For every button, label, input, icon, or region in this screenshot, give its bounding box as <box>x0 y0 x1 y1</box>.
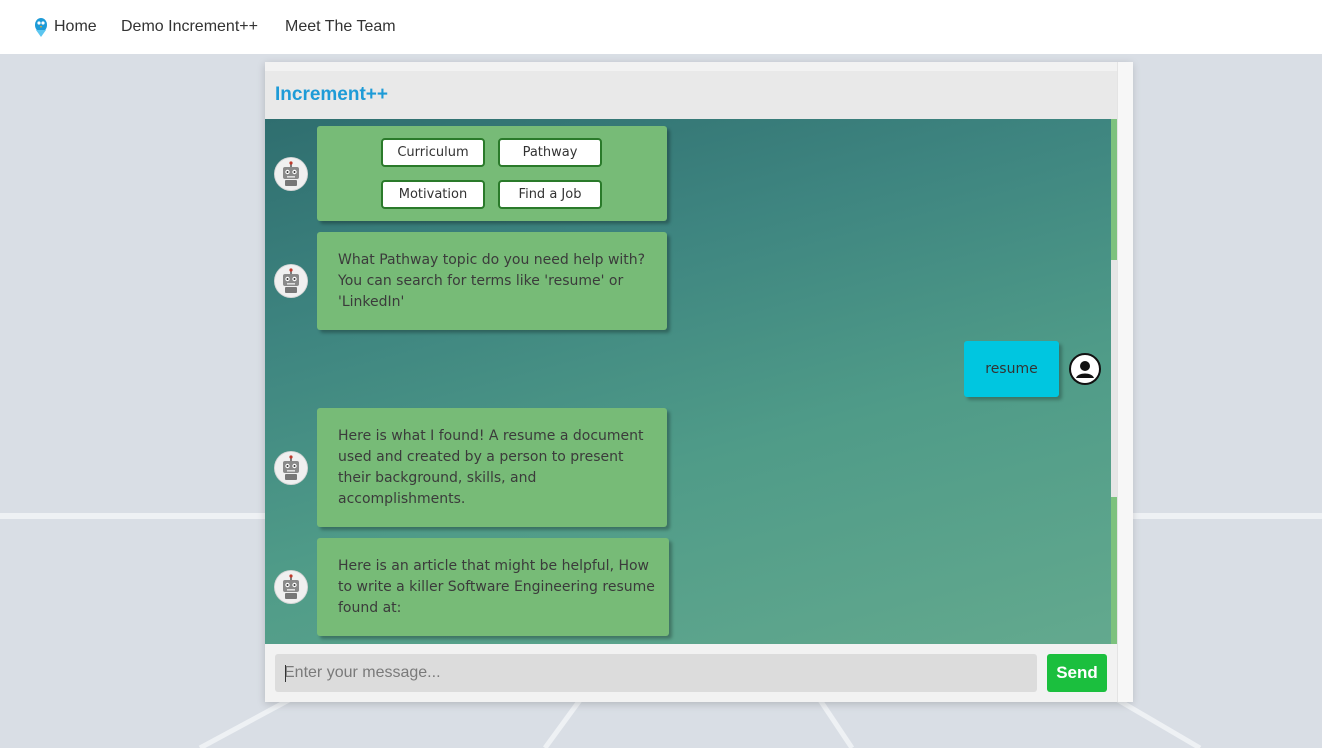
message-scrollbar[interactable] <box>1111 119 1117 644</box>
options-bubble: Curriculum Pathway Motivation Find a Job <box>317 126 667 221</box>
top-navbar: Home Demo Increment++ Meet The Team <box>0 0 1322 54</box>
message-list[interactable]: Curriculum Pathway Motivation Find a Job… <box>265 119 1117 644</box>
user-avatar-icon <box>1069 353 1101 385</box>
nav-home-label: Home <box>54 18 97 35</box>
bot-avatar-icon <box>275 265 307 297</box>
message-composer: Send <box>265 644 1117 702</box>
user-message: resume <box>964 341 1059 397</box>
text-caret <box>285 665 286 682</box>
bot-avatar-icon <box>275 158 307 190</box>
option-curriculum-button[interactable]: Curriculum <box>381 138 485 167</box>
option-pathway-button[interactable]: Pathway <box>498 138 602 167</box>
message-input[interactable] <box>275 654 1037 692</box>
chat-title: Increment++ <box>275 84 388 105</box>
page-scrollbar[interactable] <box>1117 62 1133 702</box>
bot-message: Here is an article that might be helpful… <box>317 538 669 636</box>
bird-logo-icon <box>32 16 50 38</box>
nav-team-label: Meet The Team <box>285 18 396 35</box>
nav-demo[interactable]: Demo Increment++ <box>121 0 258 54</box>
chat-header: Increment++ <box>265 71 1117 119</box>
chat-window: Increment++ Curriculum Pathway Motivatio… <box>265 62 1133 702</box>
option-find-job-button[interactable]: Find a Job <box>498 180 602 209</box>
send-button[interactable]: Send <box>1047 654 1107 692</box>
bot-avatar-icon <box>275 571 307 603</box>
message-scrollbar-thumb[interactable] <box>1111 260 1117 497</box>
option-motivation-button[interactable]: Motivation <box>381 180 485 209</box>
nav-home[interactable]: Home <box>32 0 97 54</box>
nav-team[interactable]: Meet The Team <box>285 0 396 54</box>
bot-message: What Pathway topic do you need help with… <box>317 232 667 330</box>
bot-message: Here is what I found! A resume a documen… <box>317 408 667 527</box>
bot-avatar-icon <box>275 452 307 484</box>
nav-demo-label: Demo Increment++ <box>121 18 258 35</box>
